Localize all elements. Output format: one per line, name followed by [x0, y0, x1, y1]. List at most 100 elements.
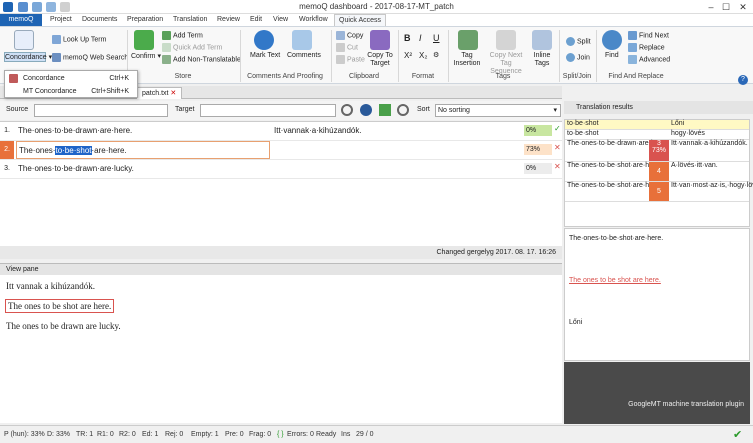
web-search-icon: [52, 53, 61, 62]
zoom-icon[interactable]: [397, 104, 409, 116]
italic-button[interactable]: I: [419, 33, 422, 43]
find-next-icon: [628, 31, 637, 40]
copy-to-target-button[interactable]: Copy To Target: [366, 52, 394, 68]
concordance-icon: [14, 30, 34, 50]
target-cell[interactable]: [272, 160, 522, 178]
replace-icon: [628, 43, 637, 52]
subscript-button[interactable]: X₂: [419, 51, 427, 60]
result-row[interactable]: The·ones·to·be·drawn·are·here. 3 73% Itt…: [565, 140, 749, 162]
tab-view[interactable]: View: [269, 14, 292, 26]
help-icon[interactable]: ?: [738, 75, 748, 85]
tab-documents[interactable]: Documents: [78, 14, 121, 26]
advanced-icon: [628, 55, 637, 64]
look-up-term-button[interactable]: Look Up Term: [52, 35, 106, 44]
comments-button[interactable]: Comments: [287, 52, 321, 59]
segment-number: 1.: [0, 122, 14, 140]
menu-item-mt-concordance[interactable]: MT Concordance Ctrl+Shift+K: [5, 85, 137, 98]
status-errors[interactable]: Errors: 0: [287, 431, 314, 438]
target-filter-input[interactable]: [200, 104, 336, 117]
tag-insertion-icon: [458, 30, 478, 50]
document-tab[interactable]: patch.txt ✕: [136, 87, 183, 99]
concordance-button[interactable]: Concordance ▾: [4, 52, 52, 62]
replace-button[interactable]: Replace: [628, 43, 665, 52]
source-cell[interactable]: The·ones·to·be·drawn·are·here.: [16, 122, 270, 140]
status-rej: Rej: 0: [165, 431, 184, 438]
tab-workflow[interactable]: Workflow: [295, 14, 332, 26]
filter-settings-icon[interactable]: [360, 104, 372, 116]
quick-add-term-button[interactable]: Quick Add Term: [162, 43, 222, 52]
inline-tags-button[interactable]: Inline Tags: [529, 52, 555, 68]
split-button[interactable]: Split: [566, 37, 591, 46]
segment-number: 3.: [0, 160, 14, 178]
close-tab-icon[interactable]: ✕: [170, 90, 176, 97]
tab-preparation[interactable]: Preparation: [123, 14, 167, 26]
tag-insertion-button[interactable]: Tag Insertion: [452, 52, 482, 68]
add-term-icon: [162, 31, 171, 40]
sort-label: Sort: [417, 106, 430, 113]
result-row[interactable]: to·be·shot Lőni: [565, 120, 749, 130]
tab-quick-access[interactable]: Quick Access: [334, 14, 387, 26]
cut-button[interactable]: Cut: [336, 43, 358, 52]
target-cell[interactable]: Itt·vannak·a·kihúzandók.: [272, 122, 522, 140]
errors-icon: { }: [277, 431, 284, 438]
menu-item-concordance[interactable]: Concordance Ctrl+K: [5, 72, 137, 85]
find-icon: [602, 30, 622, 50]
bold-button[interactable]: B: [404, 33, 411, 43]
window-title: memoQ dashboard - 2017-08-17-MT_patch: [299, 2, 454, 11]
status-pre: Pre: 0: [225, 431, 244, 438]
advanced-button[interactable]: Advanced: [628, 55, 670, 64]
memoq-web-search-button[interactable]: memoQ Web Search: [52, 53, 128, 62]
segment-row[interactable]: 2. The·ones·to·be·shot·are·here. 73% ✕: [0, 141, 562, 160]
target-cell[interactable]: [272, 141, 522, 159]
tab-memoq[interactable]: memoQ: [0, 14, 42, 26]
translation-results-header: Translation results: [564, 101, 753, 114]
status-r2: R2: 0: [119, 431, 136, 438]
close-button[interactable]: ✕: [736, 1, 750, 13]
segment-status-line: Changed gergelyg 2017. 08. 17. 16:26: [0, 246, 562, 259]
result-compare-box: The·ones·to·be·shot·are·here. The ones t…: [564, 228, 750, 361]
inline-tags-icon: [532, 30, 552, 50]
copy-button[interactable]: Copy: [336, 31, 363, 40]
preview-line: Itt vannak a kihúzandók.: [6, 281, 95, 291]
add-non-translatable-button[interactable]: Add Non-Translatable: [162, 55, 241, 64]
maximize-button[interactable]: ☐: [719, 1, 733, 13]
result-row[interactable]: to·be·shot hogy·lövés: [565, 130, 749, 140]
status-ed: Ed: 1: [142, 431, 159, 438]
formatting-icon[interactable]: ⚙: [433, 51, 439, 59]
match-percent: 73%: [524, 144, 552, 155]
minimize-button[interactable]: –: [704, 1, 718, 13]
find-next-button[interactable]: Find Next: [628, 31, 669, 40]
filter-search-icon[interactable]: [341, 104, 353, 116]
confirm-button[interactable]: Confirm ▾: [131, 52, 161, 60]
paste-button[interactable]: Paste: [336, 55, 365, 64]
tab-edit[interactable]: Edit: [246, 14, 266, 26]
preview-line-active: The ones to be shot are here.: [5, 299, 115, 313]
source-cell[interactable]: The·ones·to·be·shot·are·here.: [16, 141, 270, 159]
result-row[interactable]: The·ones·to·be·shot·are·here. 5 Itt·van·…: [565, 182, 753, 202]
segment-row[interactable]: 3. The·ones·to·be·drawn·are·lucky. 0% ✕: [0, 160, 562, 179]
tab-review[interactable]: Review: [213, 14, 244, 26]
preview-line: The ones to be drawn are lucky.: [6, 321, 121, 331]
superscript-button[interactable]: X²: [404, 51, 412, 60]
compare-diff: The ones to be shot are here.: [569, 277, 661, 284]
tab-project[interactable]: Project: [46, 14, 76, 26]
copy-to-target-icon: [370, 30, 390, 50]
sort-select[interactable]: No sorting ▾: [435, 104, 561, 117]
source-filter-input[interactable]: [34, 104, 168, 117]
segment-row[interactable]: 1. The·ones·to·be·drawn·are·here. Itt·va…: [0, 122, 562, 141]
source-cell[interactable]: The·ones·to·be·drawn·are·lucky.: [16, 160, 270, 178]
comments-icon: [292, 30, 312, 50]
underline-button[interactable]: U: [433, 33, 440, 43]
result-row[interactable]: The·ones·to·be·shot·are·here. 4 A·lövés·…: [565, 162, 749, 182]
group-label-find-replace: Find And Replace: [608, 73, 664, 80]
tab-translation[interactable]: Translation: [169, 14, 211, 26]
mark-text-button[interactable]: Mark Text: [250, 52, 280, 59]
compare-source: The·ones·to·be·shot·are·here.: [569, 235, 664, 242]
segment-number: 2.: [0, 141, 14, 159]
join-button[interactable]: Join: [566, 53, 590, 62]
find-button[interactable]: Find: [605, 52, 619, 59]
concordance-dropdown: Concordance Ctrl+K MT Concordance Ctrl+Shi…: [4, 70, 138, 98]
add-term-button[interactable]: Add Term: [162, 31, 203, 40]
status-ins: Ins: [341, 431, 351, 438]
advanced-filter-icon[interactable]: [379, 104, 391, 116]
